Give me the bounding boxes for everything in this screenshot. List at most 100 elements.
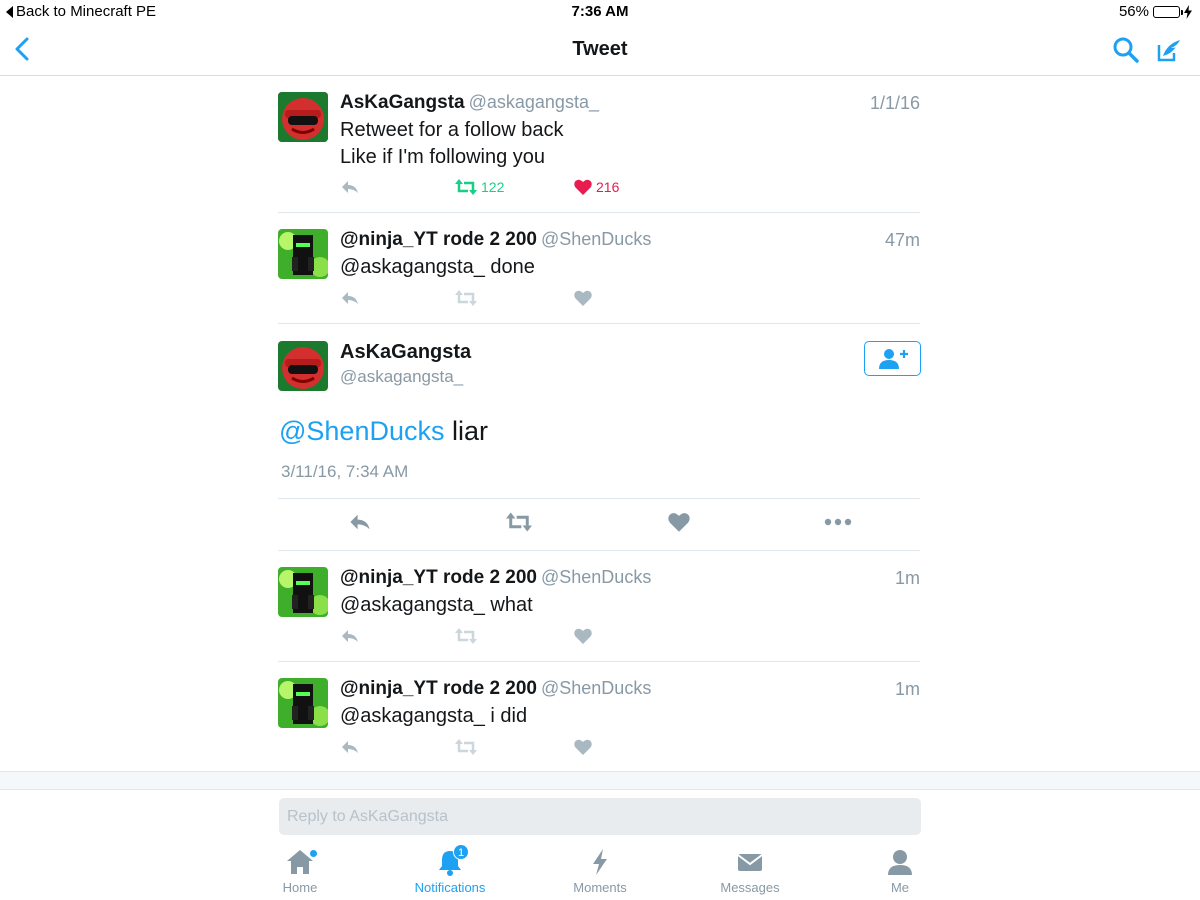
heart-icon (574, 179, 592, 195)
tweet-text-line: Retweet for a follow back (340, 119, 564, 141)
retweet-icon (455, 739, 477, 755)
divider (278, 550, 920, 551)
tweet-text-line: Like if I'm following you (340, 146, 546, 168)
like-button[interactable] (574, 628, 592, 644)
tweet-item[interactable]: @ninja_YT rode 2 200 @ShenDucks 47m @aska… (278, 229, 920, 314)
tweet-text: @askagangsta_ i did (340, 703, 527, 730)
reply-icon (342, 181, 358, 193)
home-icon (285, 848, 317, 878)
retweet-button[interactable] (455, 739, 477, 755)
author-name: AsKaGangsta (340, 92, 465, 113)
avatar-green-ninja-icon (278, 229, 328, 279)
main-tweet-author-name[interactable]: AsKaGangsta (340, 341, 471, 364)
lightning-icon (585, 848, 615, 878)
main-tweet-avatar[interactable] (278, 341, 328, 391)
main-tweet-author-handle[interactable]: @askagangsta_ (340, 367, 463, 387)
tweet-item[interactable]: AsKaGangsta @askagangsta_ 1/1/16 Retweet … (278, 92, 920, 202)
tweet-text: Retweet for a follow back Like if I'm fo… (340, 117, 563, 171)
tweet-author[interactable]: @ninja_YT rode 2 200 @ShenDucks (340, 229, 651, 251)
tab-label: Moments (573, 880, 627, 895)
author-name: @ninja_YT rode 2 200 (340, 567, 537, 588)
main-tweet-text: @ShenDucks liar (279, 416, 488, 447)
heart-icon (668, 513, 690, 532)
avatar[interactable] (278, 92, 328, 142)
reply-button[interactable] (340, 290, 360, 306)
tweet-actions (340, 290, 900, 310)
like-button[interactable] (668, 512, 690, 532)
avatar[interactable] (278, 229, 328, 279)
heart-icon (574, 739, 592, 755)
tab-moments[interactable]: Moments (540, 848, 660, 895)
reply-icon (342, 292, 358, 304)
avatar-ninja-red-icon (278, 92, 328, 142)
like-button[interactable] (574, 290, 592, 306)
search-button[interactable] (1110, 34, 1142, 66)
person-icon (885, 848, 915, 878)
mention-link[interactable]: @ShenDucks (279, 416, 444, 446)
tab-label: Home (282, 880, 318, 895)
follow-button[interactable] (864, 341, 921, 376)
reply-icon (342, 630, 358, 642)
like-button[interactable]: 216 (574, 179, 619, 195)
author-handle: @ShenDucks (541, 678, 652, 698)
reply-button[interactable] (340, 628, 360, 644)
avatar[interactable] (278, 678, 328, 728)
battery-indicator: 56% (1119, 3, 1192, 20)
tweet-actions: 122 216 (340, 179, 900, 199)
heart-icon (574, 290, 592, 306)
like-count: 216 (596, 179, 620, 195)
reply-separator (0, 771, 1200, 790)
battery-icon (1153, 5, 1183, 18)
retweet-icon (455, 179, 477, 195)
tweet-author[interactable]: @ninja_YT rode 2 200 @ShenDucks (340, 567, 651, 589)
reply-button[interactable] (340, 179, 360, 195)
author-name: @ninja_YT rode 2 200 (340, 678, 537, 699)
page-title: Tweet (572, 38, 628, 60)
tweet-actions (340, 739, 900, 759)
tab-me[interactable]: Me (840, 848, 960, 895)
new-content-dot (310, 850, 317, 857)
notification-badge: 1 (453, 844, 469, 860)
reply-button[interactable] (340, 739, 360, 755)
avatar-ninja-red-icon (278, 341, 328, 391)
tweet-author[interactable]: @ninja_YT rode 2 200 @ShenDucks (340, 678, 651, 700)
compose-icon (1157, 40, 1180, 62)
reply-icon (342, 741, 358, 753)
author-handle: @ShenDucks (541, 567, 652, 587)
tweet-text: @askagangsta_ what (340, 592, 533, 619)
battery-percent: 56% (1118, 3, 1149, 20)
retweet-icon (455, 628, 477, 644)
search-icon (1113, 37, 1139, 63)
tweet-time: 1m (894, 568, 920, 588)
divider (278, 661, 920, 662)
like-button[interactable] (574, 739, 592, 755)
avatar-green-ninja-icon (278, 567, 328, 617)
tab-home[interactable]: Home (240, 848, 360, 895)
more-options-button[interactable] (824, 512, 852, 532)
status-time: 7:36 AM (571, 3, 629, 20)
avatar[interactable] (278, 567, 328, 617)
tweet-text-line: @askagangsta_ i did (340, 705, 528, 727)
compose-button[interactable] (1153, 34, 1185, 66)
reply-input[interactable] (279, 798, 921, 835)
tweet-text: @askagangsta_ done (340, 254, 535, 281)
tweet-item[interactable]: @ninja_YT rode 2 200 @ShenDucks 1m @askag… (278, 678, 920, 763)
retweet-button[interactable] (455, 628, 477, 644)
retweet-button[interactable] (506, 512, 532, 532)
tab-notifications[interactable]: 1 Notifications (390, 844, 510, 895)
divider (278, 323, 920, 324)
tab-messages[interactable]: Messages (690, 848, 810, 895)
author-handle: @askagangsta_ (468, 92, 599, 112)
tweet-time: 1m (894, 679, 920, 699)
main-tweet-timestamp: 3/11/16, 7:34 AM (281, 462, 409, 481)
tab-label: Messages (720, 880, 780, 895)
tweet-item[interactable]: @ninja_YT rode 2 200 @ShenDucks 1m @askag… (278, 567, 920, 652)
bell-icon: 1 (435, 844, 469, 878)
retweet-button[interactable] (455, 290, 477, 306)
retweet-button[interactable]: 122 (455, 179, 504, 195)
reply-button[interactable] (348, 512, 372, 532)
charging-bolt-icon (1184, 4, 1192, 19)
tweet-author[interactable]: AsKaGangsta @askagangsta_ (340, 92, 599, 114)
more-icon (824, 518, 852, 526)
tweet-time: 47m (884, 230, 920, 250)
